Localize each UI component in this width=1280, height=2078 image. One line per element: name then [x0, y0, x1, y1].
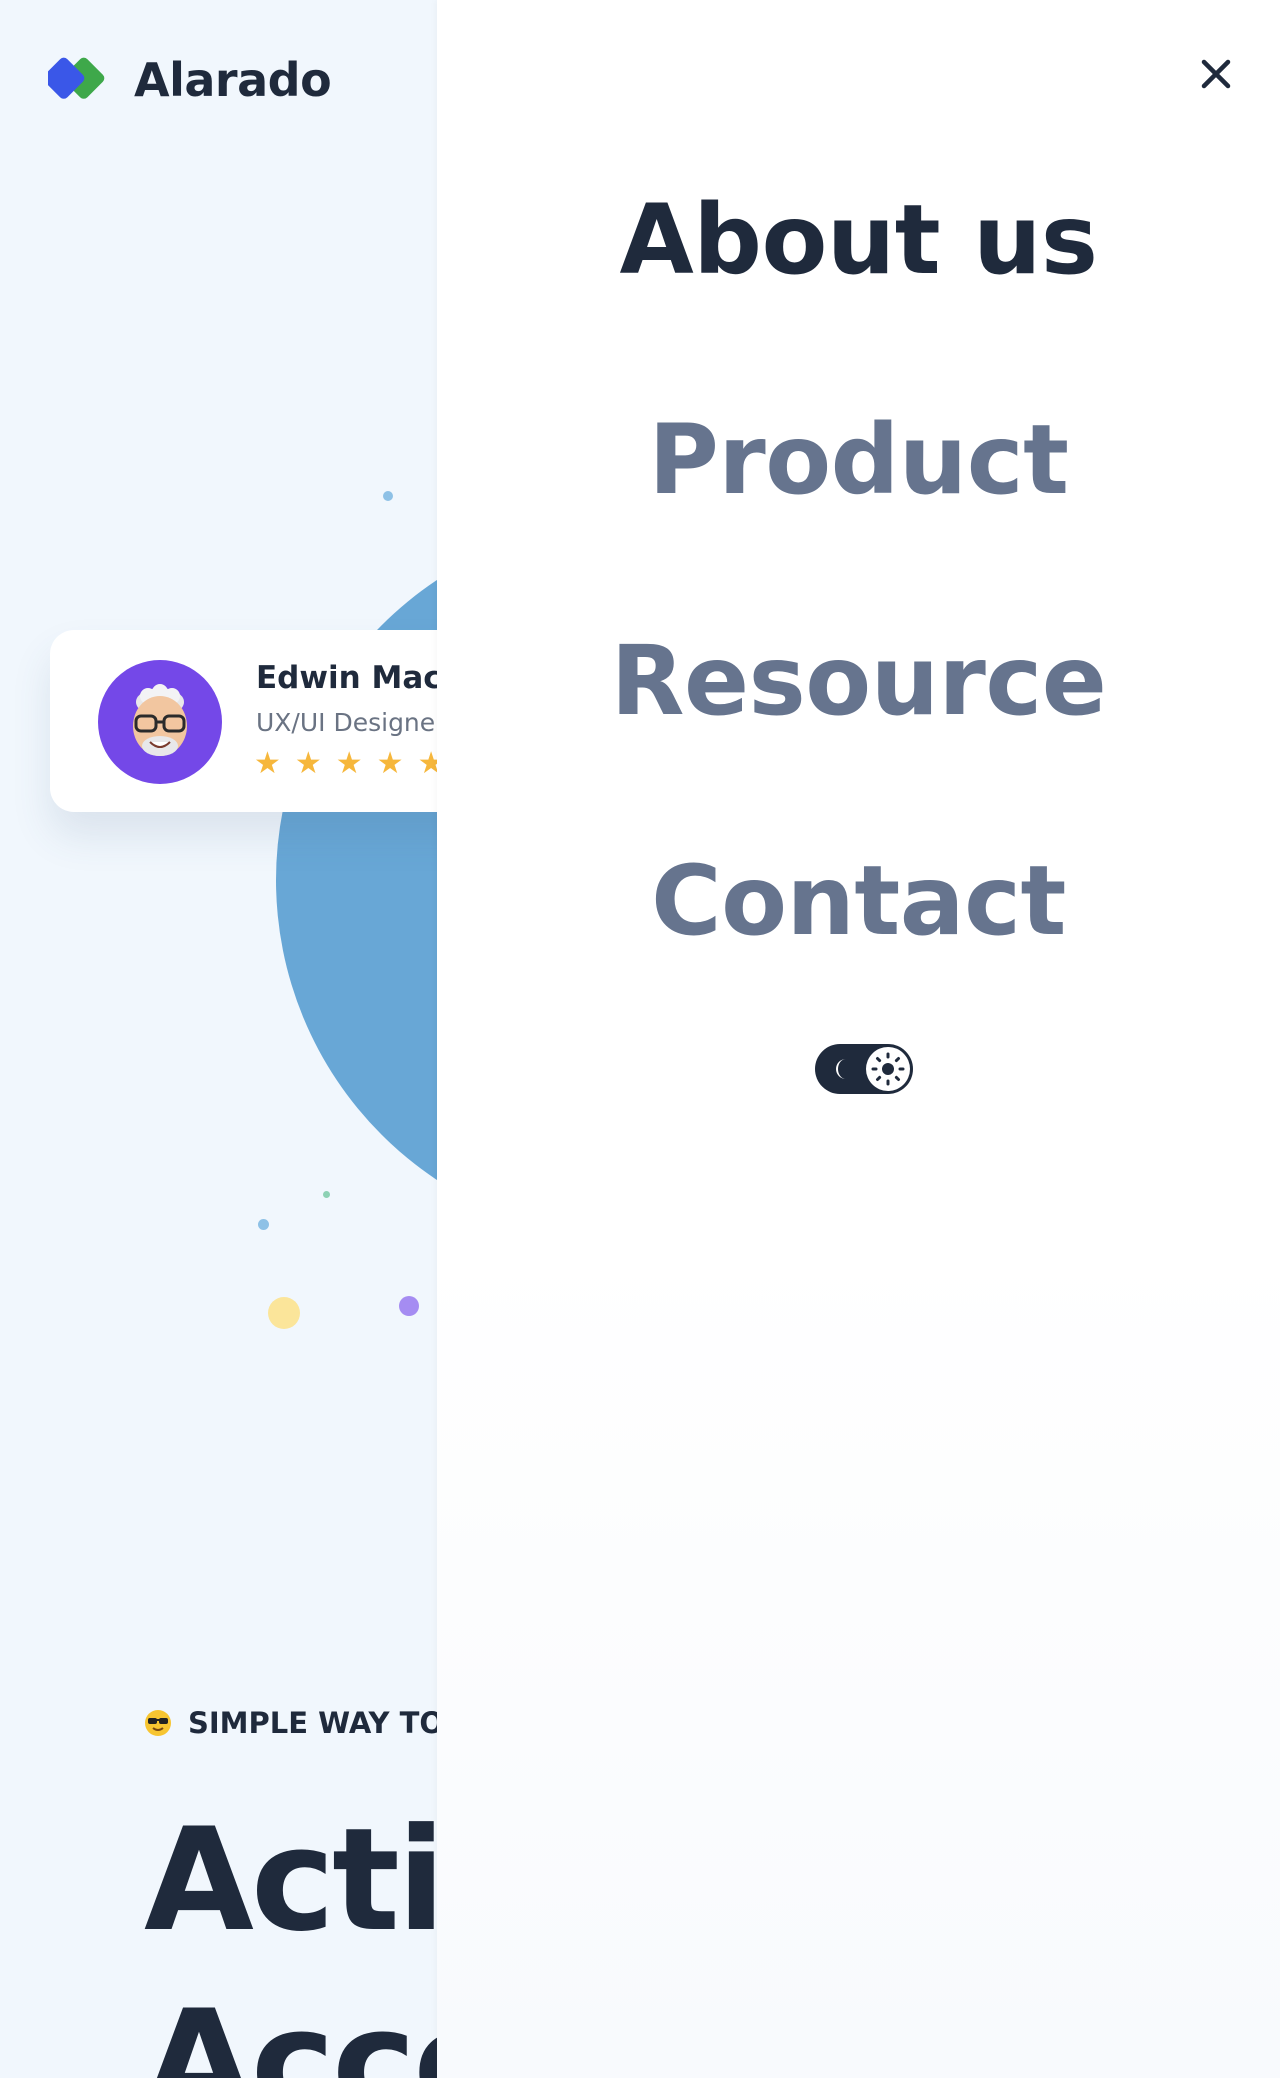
avatar [98, 660, 222, 784]
menu-item-resource[interactable]: Resource [437, 621, 1280, 741]
dot-decoration [399, 1296, 419, 1316]
menu-item-contact[interactable]: Contact [437, 841, 1280, 961]
dot-decoration [268, 1297, 300, 1329]
logo-mark-icon [48, 57, 105, 99]
profile-name: Edwin Mack [256, 660, 463, 696]
theme-toggle[interactable] [815, 1044, 913, 1094]
brand-name: Alarado [134, 53, 332, 107]
toggle-knob [866, 1047, 910, 1091]
dot-decoration [383, 491, 393, 501]
menu-item-product[interactable]: Product [437, 400, 1280, 520]
sun-icon [871, 1052, 905, 1086]
star-rating: ★★★★★ [254, 746, 459, 781]
menu-item-about-us[interactable]: About us [437, 180, 1280, 300]
profile-role: UX/UI Designer [256, 708, 446, 737]
sunglasses-emoji-icon [145, 1710, 171, 1736]
mobile-menu-panel: About us Product Resource Contact [437, 0, 1280, 2078]
moon-icon [836, 1059, 846, 1079]
memoji-avatar-icon [133, 684, 187, 756]
dot-decoration [258, 1219, 269, 1230]
dot-decoration [323, 1191, 330, 1198]
close-icon[interactable] [1192, 50, 1240, 98]
brand-logo[interactable]: Alarado [48, 52, 332, 108]
